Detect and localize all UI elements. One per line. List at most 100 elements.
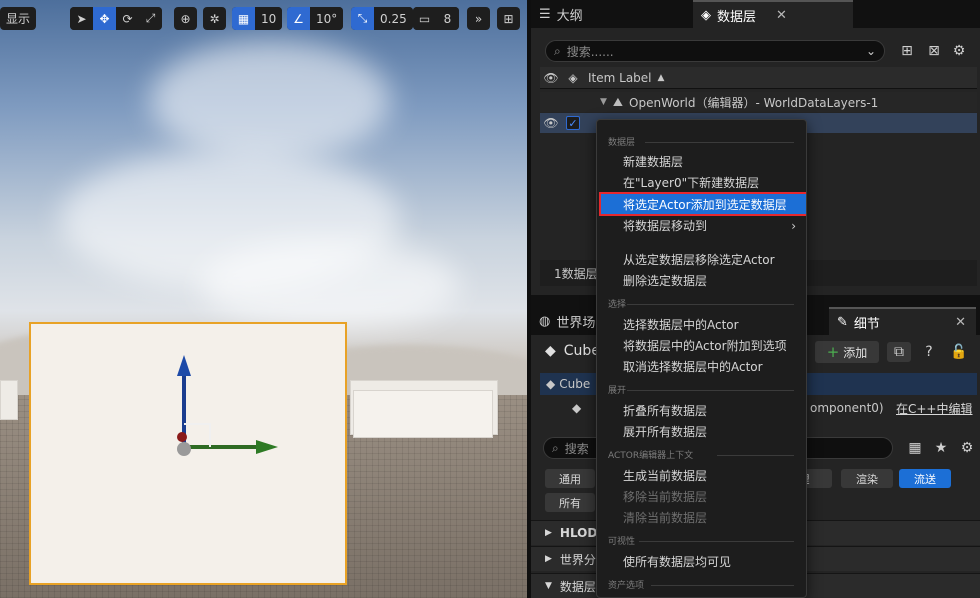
item-label-column[interactable]: Item Label	[588, 71, 652, 85]
sort-indicator-icon: ▲	[657, 72, 665, 83]
gear-icon[interactable]: ⚙	[949, 41, 969, 61]
select-mode-icon[interactable]: ➤	[70, 7, 93, 30]
menu-item-append-actors[interactable]: 将数据层中的Actor附加到选项	[601, 335, 802, 356]
object-name[interactable]: Cube	[564, 343, 600, 359]
menu-header-expand: 展开	[608, 386, 627, 396]
component-child-suffix: omponent0)	[810, 401, 884, 415]
tab-world-partition[interactable]: ◍ 世界场	[531, 307, 605, 335]
visibility-column-icon[interactable]: 👁	[540, 71, 562, 85]
layers-icon: ◈	[701, 7, 711, 23]
level-viewport[interactable]: 显示 ➤ ✥ ⟳ ⤢ ⊕ ✲ ▦ 10 ∠ 10° ⤡ 0.25 ▭ 8 » ⊞	[0, 0, 527, 598]
menu-item-make-all-visible[interactable]: 使所有数据层均可见	[601, 551, 802, 572]
sky-cloud	[200, 240, 460, 330]
menu-item-select-actors[interactable]: 选择数据层中的Actor	[601, 314, 802, 335]
menu-item-add-selected-actors[interactable]: 将选定Actor添加到选定数据层	[599, 192, 806, 216]
menu-header-data-layer: 数据层	[608, 138, 636, 148]
grid-snap-group: ▦ 10	[232, 7, 283, 30]
tab-data-layers[interactable]: ◈ 数据层 ✕	[693, 0, 853, 28]
scene-box	[0, 380, 18, 420]
tab-outliner-label: 大纲	[556, 8, 583, 24]
tab-details-label: 细节	[853, 316, 880, 332]
layout-icon[interactable]: ⊞	[497, 7, 520, 30]
plus-icon: +	[826, 343, 840, 361]
menu-item-expand-all[interactable]: 展开所有数据层	[601, 421, 802, 442]
outliner-icon: ☰	[539, 6, 551, 22]
remove-data-layer-icon[interactable]: ⊠	[924, 41, 944, 61]
camera-icon[interactable]: ▭	[413, 7, 436, 30]
menu-item-delete-selected-layers[interactable]: 删除选定数据层	[601, 270, 802, 291]
menu-divider	[717, 455, 794, 456]
world-row[interactable]: ▼ ⛰ OpenWorld（编辑器）- WorldDataLayers-1	[540, 92, 977, 112]
more-options-icon[interactable]: »	[467, 7, 490, 30]
expand-arrow-icon[interactable]: ▼	[600, 97, 607, 107]
menu-header-selection: 选择	[608, 300, 627, 310]
close-icon[interactable]: ✕	[776, 8, 787, 23]
pencil-icon: ✎	[837, 314, 848, 330]
details-object-header: ◆ Cube	[545, 343, 600, 359]
section-data-layers-label: 数据层	[559, 579, 596, 594]
menu-divider	[627, 304, 794, 305]
show-menu-button[interactable]: 显示	[0, 7, 37, 30]
filter-streaming[interactable]: 流送	[899, 469, 951, 488]
scale-snap-group: ⤡ 0.25	[351, 7, 413, 30]
eye-icon[interactable]: 👁	[540, 116, 562, 130]
chevron-right-icon: ›	[791, 218, 796, 233]
chevron-down-icon: ▼	[545, 581, 552, 591]
angle-snap-icon[interactable]: ∠	[287, 7, 310, 30]
surface-snap-icon[interactable]: ✲	[203, 7, 226, 30]
blueprint-icon[interactable]: ⧉	[887, 342, 911, 362]
scale-snap-value[interactable]: 0.25	[374, 7, 413, 30]
menu-item-move-to[interactable]: 将数据层移动到 ›	[601, 215, 802, 236]
gear-icon[interactable]: ⚙	[957, 438, 977, 458]
camera-speed-value[interactable]: 8	[436, 7, 459, 30]
menu-item-remove-current: 移除当前数据层	[623, 490, 708, 504]
lock-icon[interactable]: 🔓	[949, 342, 969, 362]
menu-divider	[639, 541, 794, 542]
cube-icon: ◆	[546, 377, 556, 391]
top-tab-bar: ☰ 大纲 ◈ 数据层 ✕	[531, 0, 980, 28]
angle-snap-group: ∠ 10°	[287, 7, 344, 30]
chevron-down-icon[interactable]: ⌄	[866, 44, 876, 58]
close-icon[interactable]: ✕	[955, 315, 966, 330]
translate-gizmo[interactable]	[160, 350, 290, 470]
world-space-icon[interactable]: ⊕	[174, 7, 197, 30]
transform-mode-group: ➤ ✥ ⟳ ⤢	[70, 7, 162, 30]
tab-outliner[interactable]: ☰ 大纲	[531, 0, 691, 28]
menu-header-actor-editor-context: ACTOR编辑器上下文	[608, 451, 694, 461]
help-icon[interactable]: ?	[919, 342, 939, 362]
menu-item-make-current[interactable]: 生成当前数据层	[601, 465, 802, 486]
layer-count-label: 1数据层	[554, 266, 598, 281]
data-layers-search[interactable]: ⌕ 搜索...... ⌄	[545, 40, 885, 62]
menu-item-new-under[interactable]: 在"Layer0"下新建数据层	[601, 172, 802, 193]
menu-header-visibility: 可视性	[608, 537, 636, 547]
grid-snap-icon[interactable]: ▦	[232, 7, 255, 30]
chevron-right-icon: ▶	[545, 554, 552, 564]
scale-snap-icon[interactable]: ⤡	[351, 7, 374, 30]
edit-in-cpp-link[interactable]: 在C++中编辑	[896, 400, 973, 417]
menu-divider	[627, 390, 794, 391]
add-data-layer-icon[interactable]: ⊞	[897, 41, 917, 61]
rotate-mode-icon[interactable]: ⟳	[116, 7, 139, 30]
add-component-button[interactable]: + 添加	[815, 341, 879, 363]
menu-item-remove-selected-actors[interactable]: 从选定数据层移除选定Actor	[601, 249, 802, 270]
filter-general[interactable]: 通用	[545, 469, 595, 488]
globe-icon: ◍	[539, 313, 551, 329]
check-icon: ✓	[566, 116, 580, 130]
star-icon[interactable]: ★	[931, 438, 951, 458]
world-row-label: OpenWorld（编辑器）- WorldDataLayers-1	[629, 95, 879, 110]
menu-item-collapse-all[interactable]: 折叠所有数据层	[601, 400, 802, 421]
scale-mode-icon[interactable]: ⤢	[139, 7, 162, 30]
scene-box	[353, 390, 493, 438]
menu-item-new-layer[interactable]: 新建数据层	[601, 151, 802, 172]
menu-divider	[651, 585, 794, 586]
angle-snap-value[interactable]: 10°	[310, 7, 344, 30]
grid-snap-value[interactable]: 10	[255, 7, 283, 30]
filter-all[interactable]: 所有	[545, 493, 595, 512]
table-view-icon[interactable]: ▦	[905, 438, 925, 458]
mesh-icon: ◆	[572, 401, 582, 415]
tab-details[interactable]: ✎ 细节 ✕	[829, 307, 976, 335]
layer-checkbox[interactable]: ✓	[562, 116, 584, 130]
menu-item-deselect-actors[interactable]: 取消选择数据层中的Actor	[601, 356, 802, 377]
translate-mode-icon[interactable]: ✥	[93, 7, 116, 30]
filter-render[interactable]: 渲染	[841, 469, 893, 488]
